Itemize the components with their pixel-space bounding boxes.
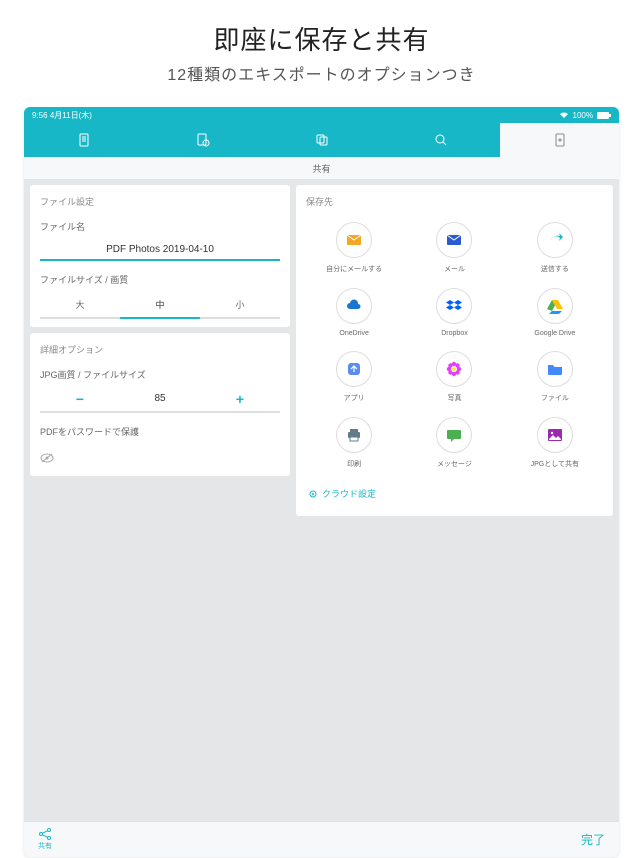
battery-icon <box>597 112 611 119</box>
bubble-icon <box>436 417 472 453</box>
dest-label: 送信する <box>541 264 569 274</box>
bottom-share-label: 共有 <box>38 841 52 851</box>
gear-icon <box>308 489 318 499</box>
app-icon <box>336 351 372 387</box>
dest-label: メール <box>444 264 465 274</box>
size-option-small[interactable]: 小 <box>200 292 280 319</box>
tab-bar <box>24 123 619 157</box>
filename-label: ファイル名 <box>30 216 290 239</box>
bottom-share-button[interactable]: 共有 <box>38 828 52 851</box>
dest-item-8[interactable]: ファイル <box>507 351 603 403</box>
done-button[interactable]: 完了 <box>581 831 605 848</box>
advanced-panel: 詳細オプション JPG画質 / ファイルサイズ − 85 + PDFをパスワード… <box>30 333 290 476</box>
dest-item-1[interactable]: メール <box>406 222 502 274</box>
tab-copy[interactable] <box>262 123 381 157</box>
size-option-medium[interactable]: 中 <box>120 292 200 319</box>
tab-search[interactable] <box>381 123 500 157</box>
dest-item-11[interactable]: JPGとして共有 <box>507 417 603 469</box>
promo-subtitle: 12種類のエキスポートのオプションつき <box>0 61 643 85</box>
status-date: 4月11日(木) <box>50 111 92 120</box>
dest-item-9[interactable]: 印刷 <box>306 417 402 469</box>
dest-label: 自分にメールする <box>326 264 382 274</box>
cloud-settings-link[interactable]: クラウド設定 <box>296 479 613 508</box>
folder-icon <box>537 351 573 387</box>
share-arrow-icon <box>537 222 573 258</box>
destinations-title: 保存先 <box>296 185 613 216</box>
dest-label: Google Drive <box>534 330 575 337</box>
dest-label: 写真 <box>447 393 461 403</box>
battery-pct: 100% <box>573 111 593 120</box>
dest-item-0[interactable]: 自分にメールする <box>306 222 402 274</box>
advanced-title: 詳細オプション <box>30 333 290 364</box>
copy-icon <box>315 133 329 147</box>
export-plus-icon <box>553 133 567 147</box>
tablet-frame: 9:56 4月11日(木) 100% 共有 ファイル設定 <box>24 107 619 857</box>
page-gear-icon <box>196 133 210 147</box>
dest-label: メッセージ <box>437 459 472 469</box>
file-settings-panel: ファイル設定 ファイル名 ファイルサイズ / 画質 大 中 小 <box>30 185 290 327</box>
dest-item-4[interactable]: Dropbox <box>406 288 502 337</box>
envelope-icon <box>336 222 372 258</box>
stepper-value: 85 <box>120 387 200 413</box>
dest-label: 印刷 <box>347 459 361 469</box>
printer-icon <box>336 417 372 453</box>
jpg-quality-label: JPG画質 / ファイルサイズ <box>30 364 290 387</box>
eye-off-icon <box>40 453 54 463</box>
status-bar: 9:56 4月11日(木) 100% <box>24 107 619 123</box>
dropbox-icon <box>436 288 472 324</box>
tab-settings[interactable] <box>143 123 262 157</box>
tab-pages[interactable] <box>24 123 143 157</box>
promo-title: 即座に保存と共有 <box>0 20 643 57</box>
search-icon <box>434 133 448 147</box>
file-settings-title: ファイル設定 <box>30 185 290 216</box>
wifi-icon <box>559 111 569 119</box>
jpg-stepper: − 85 + <box>30 387 290 413</box>
dest-label: アプリ <box>344 393 365 403</box>
dest-item-10[interactable]: メッセージ <box>406 417 502 469</box>
dest-item-3[interactable]: OneDrive <box>306 288 402 337</box>
image-icon <box>537 417 573 453</box>
share-icon <box>38 828 52 840</box>
stepper-minus[interactable]: − <box>40 387 120 413</box>
page-icon <box>77 133 91 147</box>
cloud-settings-label: クラウド設定 <box>322 487 376 500</box>
stepper-plus[interactable]: + <box>200 387 280 413</box>
envelope-icon <box>436 222 472 258</box>
password-toggle[interactable] <box>30 444 290 468</box>
flower-icon <box>436 351 472 387</box>
dest-label: OneDrive <box>339 330 369 337</box>
dest-item-7[interactable]: 写真 <box>406 351 502 403</box>
cloud-icon <box>336 288 372 324</box>
dest-label: JPGとして共有 <box>531 459 579 469</box>
dest-label: Dropbox <box>441 330 467 337</box>
dest-item-2[interactable]: 送信する <box>507 222 603 274</box>
dest-item-5[interactable]: Google Drive <box>507 288 603 337</box>
dest-item-6[interactable]: アプリ <box>306 351 402 403</box>
tab-export[interactable] <box>500 123 619 157</box>
destinations-panel: 保存先 自分にメールする メール 送信する OneDrive Dropbox Google… <box>296 185 613 516</box>
size-segmented: 大 中 小 <box>30 292 290 319</box>
bottom-bar: 共有 完了 <box>24 821 619 857</box>
pdf-password-label: PDFをパスワードで保護 <box>30 421 290 444</box>
gdrive-icon <box>537 288 573 324</box>
filename-input[interactable] <box>40 240 280 261</box>
filesize-label: ファイルサイズ / 画質 <box>30 269 290 292</box>
status-time: 9:56 <box>32 111 48 120</box>
dest-label: ファイル <box>541 393 569 403</box>
subheader: 共有 <box>24 157 619 179</box>
size-option-large[interactable]: 大 <box>40 292 120 319</box>
